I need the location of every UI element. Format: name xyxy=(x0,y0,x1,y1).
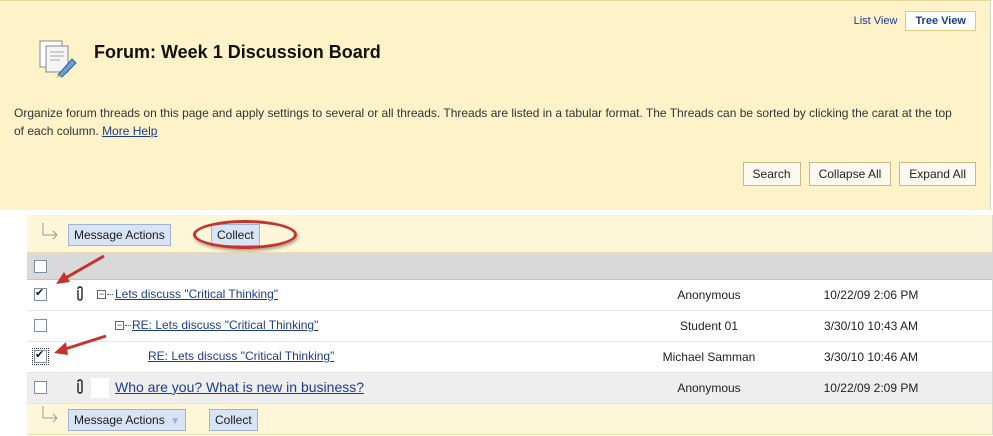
thread-list: Message Actions Collect − Lets discuss "… xyxy=(27,215,993,435)
thread-date: 10/22/09 2:09 PM xyxy=(823,381,919,395)
thread-title-link[interactable]: Who are you? What is new in business? xyxy=(115,379,364,395)
top-action-bar: Message Actions Collect xyxy=(27,215,992,253)
row-checkbox[interactable] xyxy=(32,348,49,365)
message-actions-label: Message Actions xyxy=(74,413,165,427)
forum-icon xyxy=(39,40,77,78)
thread-title-link[interactable]: RE: Lets discuss "Critical Thinking" xyxy=(148,349,334,363)
chevron-down-icon: ▼ xyxy=(170,416,180,427)
collapse-all-button[interactable]: Collapse All xyxy=(808,162,892,186)
thread-title-link[interactable]: Lets discuss "Critical Thinking" xyxy=(115,287,278,301)
collect-button[interactable]: Collect xyxy=(209,409,258,431)
paperclip-icon xyxy=(77,379,83,394)
select-all-checkbox[interactable] xyxy=(34,260,47,273)
more-help-link[interactable]: More Help xyxy=(102,124,157,138)
row-checkbox[interactable] xyxy=(34,381,47,394)
table-row: − Lets discuss "Critical Thinking" Anony… xyxy=(27,280,992,311)
paperclip-icon xyxy=(77,286,83,301)
bottom-action-bar: Message Actions ▼ Collect xyxy=(27,404,992,435)
table-row: RE: Lets discuss "Critical Thinking" Mic… xyxy=(27,342,992,373)
thread-author: Anonymous xyxy=(677,381,741,395)
thread-date: 3/30/10 10:43 AM xyxy=(823,319,919,333)
collapse-toggle-icon[interactable]: − xyxy=(115,321,124,330)
thread-date: 3/30/10 10:46 AM xyxy=(823,350,919,364)
message-actions-button[interactable]: Message Actions xyxy=(68,224,171,246)
top-action-buttons: Search Collapse All Expand All xyxy=(742,162,976,186)
tree-connector xyxy=(125,325,131,326)
tree-arrow-icon xyxy=(42,406,58,423)
forum-header-panel: List View Tree View Forum: Week 1 Discus… xyxy=(0,0,991,210)
tree-arrow-icon xyxy=(42,223,58,240)
message-actions-label: Message Actions xyxy=(74,228,165,242)
blank-cell xyxy=(91,378,109,398)
page-title: Forum: Week 1 Discussion Board xyxy=(94,42,381,62)
thread-author: Student 01 xyxy=(679,319,739,333)
message-actions-button[interactable]: Message Actions ▼ xyxy=(68,409,186,431)
collapse-toggle-icon[interactable]: − xyxy=(97,290,106,299)
page-description: Organize forum threads on this page and … xyxy=(14,104,964,140)
table-header-row xyxy=(27,253,992,280)
view-tabs: List View Tree View xyxy=(846,11,976,31)
list-view-tab[interactable]: List View xyxy=(846,13,906,29)
table-row: − RE: Lets discuss "Critical Thinking" S… xyxy=(27,311,992,342)
thread-title-link[interactable]: RE: Lets discuss "Critical Thinking" xyxy=(132,318,318,332)
thread-author: Michael Samman xyxy=(662,350,756,364)
expand-all-button[interactable]: Expand All xyxy=(899,162,976,186)
tree-view-tab[interactable]: Tree View xyxy=(905,11,976,31)
search-button[interactable]: Search xyxy=(742,162,801,186)
thread-author: Anonymous xyxy=(677,288,741,302)
table-row: Who are you? What is new in business? An… xyxy=(27,373,992,404)
row-checkbox[interactable] xyxy=(34,286,47,301)
row-checkbox[interactable] xyxy=(34,319,47,332)
thread-date: 10/22/09 2:06 PM xyxy=(823,288,919,302)
collect-button[interactable]: Collect xyxy=(211,224,260,246)
tree-connector xyxy=(107,294,113,295)
